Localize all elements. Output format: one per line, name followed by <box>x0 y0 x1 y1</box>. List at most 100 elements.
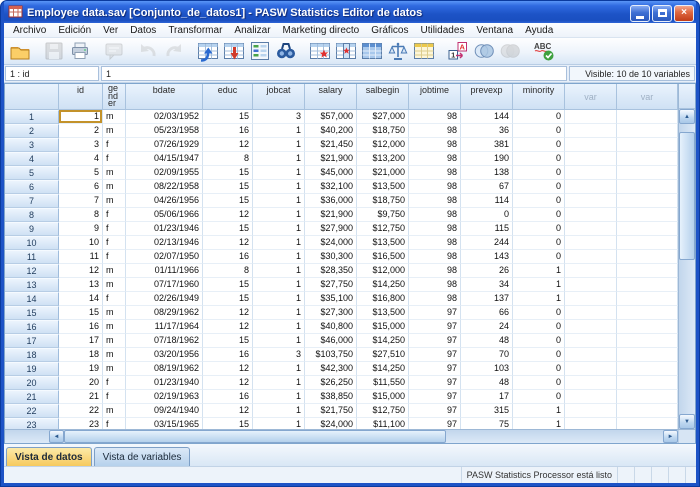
cell-jobtime[interactable]: 98 <box>409 194 461 208</box>
cell-bdate[interactable]: 02/26/1949 <box>126 292 203 306</box>
cell-gender[interactable]: f <box>103 250 126 264</box>
cell-var2[interactable] <box>617 292 678 306</box>
cell-bdate[interactable]: 08/29/1962 <box>126 306 203 320</box>
cell-salbegin[interactable]: $27,510 <box>357 348 409 362</box>
cell-var2[interactable] <box>617 334 678 348</box>
cell-educ[interactable]: 15 <box>203 194 253 208</box>
cell-educ[interactable]: 12 <box>203 138 253 152</box>
cell-salary[interactable]: $46,000 <box>305 334 357 348</box>
column-header-educ[interactable]: educ <box>203 84 253 110</box>
tab-vista-de-variables[interactable]: Vista de variables <box>94 447 191 466</box>
menu-analizar[interactable]: Analizar <box>228 24 276 37</box>
cell-educ[interactable]: 12 <box>203 208 253 222</box>
cell-id[interactable]: 12 <box>59 264 103 278</box>
cell-salbegin[interactable]: $13,200 <box>357 152 409 166</box>
cell-jobcat[interactable]: 1 <box>253 194 305 208</box>
cell-id[interactable]: 16 <box>59 320 103 334</box>
cell-minority[interactable]: 0 <box>513 306 565 320</box>
cell-jobcat[interactable]: 1 <box>253 222 305 236</box>
cell-var1[interactable] <box>565 334 617 348</box>
cell-minority[interactable]: 0 <box>513 376 565 390</box>
cell-jobtime[interactable]: 97 <box>409 404 461 418</box>
cell-minority[interactable]: 0 <box>513 348 565 362</box>
cell-id[interactable]: 9 <box>59 222 103 236</box>
cell-gender[interactable]: m <box>103 278 126 292</box>
cell-var2[interactable] <box>617 124 678 138</box>
cell-salary[interactable]: $27,900 <box>305 222 357 236</box>
cell-var2[interactable] <box>617 236 678 250</box>
cell-minority[interactable]: 1 <box>513 278 565 292</box>
cell-gender[interactable]: m <box>103 264 126 278</box>
minimize-button[interactable] <box>630 5 650 22</box>
cell-salbegin[interactable]: $18,750 <box>357 194 409 208</box>
cell-id[interactable]: 20 <box>59 376 103 390</box>
cell-minority[interactable]: 0 <box>513 250 565 264</box>
cell-educ[interactable]: 16 <box>203 348 253 362</box>
row-header[interactable]: 8 <box>5 208 59 222</box>
row-header[interactable]: 23 <box>5 418 59 429</box>
cell-var2[interactable] <box>617 222 678 236</box>
cell-jobcat[interactable]: 1 <box>253 124 305 138</box>
row-header[interactable]: 14 <box>5 292 59 306</box>
row-header[interactable]: 7 <box>5 194 59 208</box>
cell-salbegin[interactable]: $13,500 <box>357 180 409 194</box>
cell-minority[interactable]: 1 <box>513 264 565 278</box>
cell-prevexp[interactable]: 48 <box>461 376 513 390</box>
cell-prevexp[interactable]: 24 <box>461 320 513 334</box>
cell-id[interactable]: 4 <box>59 152 103 166</box>
cell-jobtime[interactable]: 98 <box>409 110 461 124</box>
cell-var1[interactable] <box>565 180 617 194</box>
cell-var1[interactable] <box>565 124 617 138</box>
column-header-minority[interactable]: minority <box>513 84 565 110</box>
cell-educ[interactable]: 12 <box>203 362 253 376</box>
find-button[interactable] <box>273 39 299 63</box>
cell-jobtime[interactable]: 97 <box>409 334 461 348</box>
cell-id[interactable]: 11 <box>59 250 103 264</box>
cell-id[interactable]: 5 <box>59 166 103 180</box>
cell-bdate[interactable]: 02/07/1950 <box>126 250 203 264</box>
cell-prevexp[interactable]: 381 <box>461 138 513 152</box>
cell-jobtime[interactable]: 97 <box>409 418 461 429</box>
cell-salbegin[interactable]: $12,000 <box>357 264 409 278</box>
cell-salary[interactable]: $38,850 <box>305 390 357 404</box>
cell-educ[interactable]: 12 <box>203 320 253 334</box>
row-header[interactable]: 18 <box>5 348 59 362</box>
cell-minority[interactable]: 0 <box>513 390 565 404</box>
cell-salbegin[interactable]: $27,000 <box>357 110 409 124</box>
weight-cases-button[interactable] <box>385 39 411 63</box>
cell-var1[interactable] <box>565 278 617 292</box>
menu-ayuda[interactable]: Ayuda <box>519 24 559 37</box>
cell-jobcat[interactable]: 1 <box>253 152 305 166</box>
cell-salary[interactable]: $26,250 <box>305 376 357 390</box>
vertical-scroll-thumb[interactable] <box>679 132 695 260</box>
cell-id[interactable]: 3 <box>59 138 103 152</box>
cell-educ[interactable]: 15 <box>203 222 253 236</box>
cell-prevexp[interactable]: 103 <box>461 362 513 376</box>
cell-gender[interactable]: m <box>103 320 126 334</box>
cell-bdate[interactable]: 02/13/1946 <box>126 236 203 250</box>
row-header[interactable]: 9 <box>5 222 59 236</box>
cell-prevexp[interactable]: 0 <box>461 208 513 222</box>
cell-jobtime[interactable]: 98 <box>409 222 461 236</box>
cell-var1[interactable] <box>565 194 617 208</box>
cell-jobcat[interactable]: 1 <box>253 418 305 429</box>
cell-educ[interactable]: 15 <box>203 292 253 306</box>
cell-educ[interactable]: 15 <box>203 166 253 180</box>
cell-jobcat[interactable]: 1 <box>253 236 305 250</box>
row-header[interactable]: 21 <box>5 390 59 404</box>
cell-id[interactable]: 22 <box>59 404 103 418</box>
cell-jobcat[interactable]: 1 <box>253 138 305 152</box>
cell-prevexp[interactable]: 115 <box>461 222 513 236</box>
scroll-left-button[interactable]: ◄ <box>49 430 64 443</box>
cell-var1[interactable] <box>565 362 617 376</box>
menu-utilidades[interactable]: Utilidades <box>414 24 470 37</box>
cell-var1[interactable] <box>565 292 617 306</box>
cell-minority[interactable]: 0 <box>513 208 565 222</box>
cell-jobcat[interactable]: 1 <box>253 166 305 180</box>
cell-gender[interactable]: m <box>103 180 126 194</box>
row-header[interactable]: 11 <box>5 250 59 264</box>
scroll-up-button[interactable]: ▲ <box>679 109 695 124</box>
select-cases-button[interactable] <box>411 39 437 63</box>
cell-salary[interactable]: $24,000 <box>305 236 357 250</box>
cell-bdate[interactable]: 11/17/1964 <box>126 320 203 334</box>
